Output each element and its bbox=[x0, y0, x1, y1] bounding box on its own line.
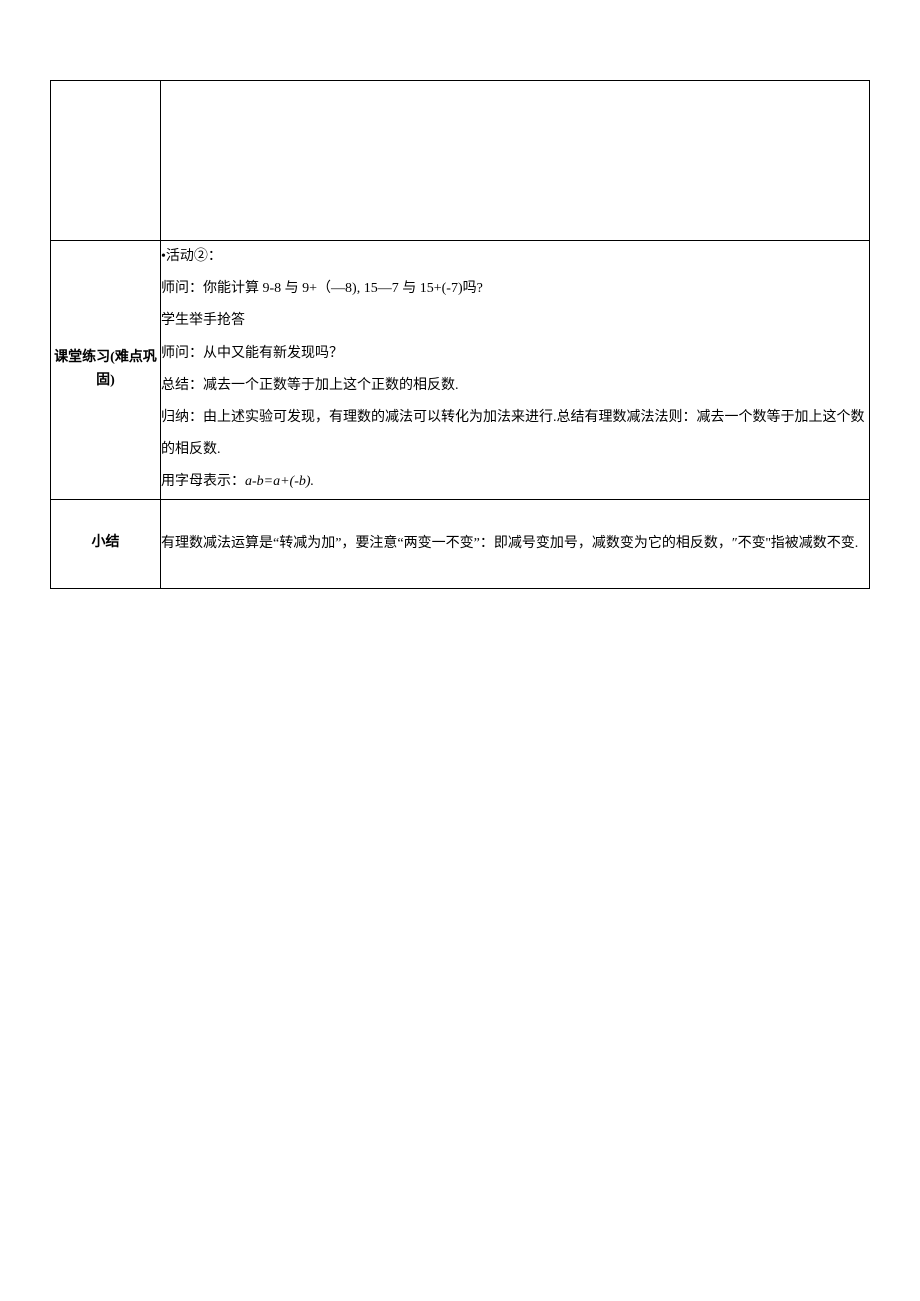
teacher-question-1: 师问：你能计算 9-8 与 9+（—8), 15—7 与 15+(-7)吗? bbox=[161, 273, 869, 305]
student-response: 学生举手抢答 bbox=[161, 305, 869, 337]
row3-label-text: 小结 bbox=[92, 535, 120, 550]
lesson-plan-table: 课堂练习(难点巩固) •活动②： 师问：你能计算 9-8 与 9+（—8), 1… bbox=[50, 80, 870, 589]
formula-expression: a-b=a+(-b). bbox=[245, 474, 314, 489]
formula-line: 用字母表示：a-b=a+(-b). bbox=[161, 466, 869, 498]
summary-line: 总结：减去一个正数等于加上这个正数的相反数. bbox=[161, 370, 869, 402]
row2-content-cell: •活动②： 师问：你能计算 9-8 与 9+（—8), 15—7 与 15+(-… bbox=[161, 241, 870, 500]
induction-line: 归纳：由上述实验可发现，有理数的减法可以转化为加法来进行.总结有理数减法法则：减… bbox=[161, 402, 869, 466]
teacher-question-2: 师问：从中又能有新发现吗？ bbox=[161, 338, 869, 370]
row3-content-cell: 有理数减法运算是“转减为加”，要注意“两变一不变”：即减号变加号，减数变为它的相… bbox=[161, 499, 870, 588]
activity-heading: •活动②： bbox=[161, 241, 869, 273]
table-row: 小结 有理数减法运算是“转减为加”，要注意“两变一不变”：即减号变加号，减数变为… bbox=[51, 499, 870, 588]
formula-prefix: 用字母表示： bbox=[161, 474, 245, 489]
table-row bbox=[51, 81, 870, 241]
row3-label-cell: 小结 bbox=[51, 499, 161, 588]
document-wrapper: 课堂练习(难点巩固) •活动②： 师问：你能计算 9-8 与 9+（—8), 1… bbox=[0, 0, 920, 589]
conclusion-text: 有理数减法运算是“转减为加”，要注意“两变一不变”：即减号变加号，减数变为它的相… bbox=[161, 528, 869, 560]
row2-label-cell: 课堂练习(难点巩固) bbox=[51, 241, 161, 500]
row2-label-text: 课堂练习(难点巩固) bbox=[54, 350, 157, 387]
row1-content-cell bbox=[161, 81, 870, 241]
table-row: 课堂练习(难点巩固) •活动②： 师问：你能计算 9-8 与 9+（—8), 1… bbox=[51, 241, 870, 500]
row1-label-cell bbox=[51, 81, 161, 241]
